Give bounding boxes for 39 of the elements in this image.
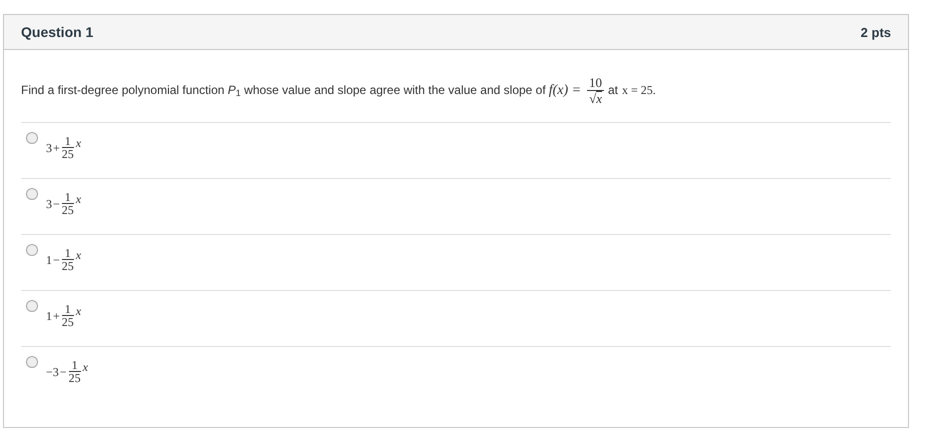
question-title: Question 1 xyxy=(21,22,94,42)
function-lhs: f(x) = xyxy=(548,82,582,100)
fraction-numerator: 1 xyxy=(64,191,71,203)
fraction-numerator: 1 xyxy=(64,135,71,147)
option-variable: x xyxy=(82,358,88,376)
fraction-numerator: 1 xyxy=(72,359,78,371)
option-constant: 1 xyxy=(46,252,52,268)
fraction-denominator: 25 xyxy=(62,315,74,328)
fraction-denominator: 25 xyxy=(62,203,74,216)
option-variable: x xyxy=(76,190,82,208)
question-text: Find a first-degree polynomial function P$_{1}$ whose value and slope agree with the value and slope of xyxy=(21,82,546,99)
radical-sign: √ xyxy=(589,90,596,106)
fraction-numerator: 10 xyxy=(589,74,602,90)
option-variable: x xyxy=(76,246,82,264)
radicand: x xyxy=(596,91,602,105)
option-operator: − xyxy=(53,196,60,212)
option-constant: 3 xyxy=(46,140,52,156)
points-label: 2 pts xyxy=(860,24,891,42)
fraction-denominator: 25 xyxy=(62,147,74,160)
fraction-denominator: 25 xyxy=(62,259,74,272)
option-constant: −3 xyxy=(46,364,59,380)
radio-button[interactable] xyxy=(26,188,38,200)
fraction-numerator: 1 xyxy=(64,303,71,315)
option-operator: − xyxy=(53,252,60,268)
at-label: at xyxy=(608,82,618,99)
radio-button[interactable] xyxy=(26,356,38,368)
radio-button[interactable] xyxy=(26,132,38,144)
option-constant: 3 xyxy=(46,196,52,212)
option-operator: + xyxy=(53,140,60,156)
option-variable: x xyxy=(76,134,82,152)
option-operator: + xyxy=(53,308,60,324)
radio-button[interactable] xyxy=(26,300,38,312)
evaluation-point: x = 25. xyxy=(622,82,656,99)
radio-button[interactable] xyxy=(26,244,38,256)
option-constant: 1 xyxy=(46,308,52,324)
option-variable: x xyxy=(76,302,82,320)
fraction-denominator: 25 xyxy=(68,371,81,384)
fraction-numerator: 1 xyxy=(64,247,71,259)
option-operator: − xyxy=(60,364,67,380)
